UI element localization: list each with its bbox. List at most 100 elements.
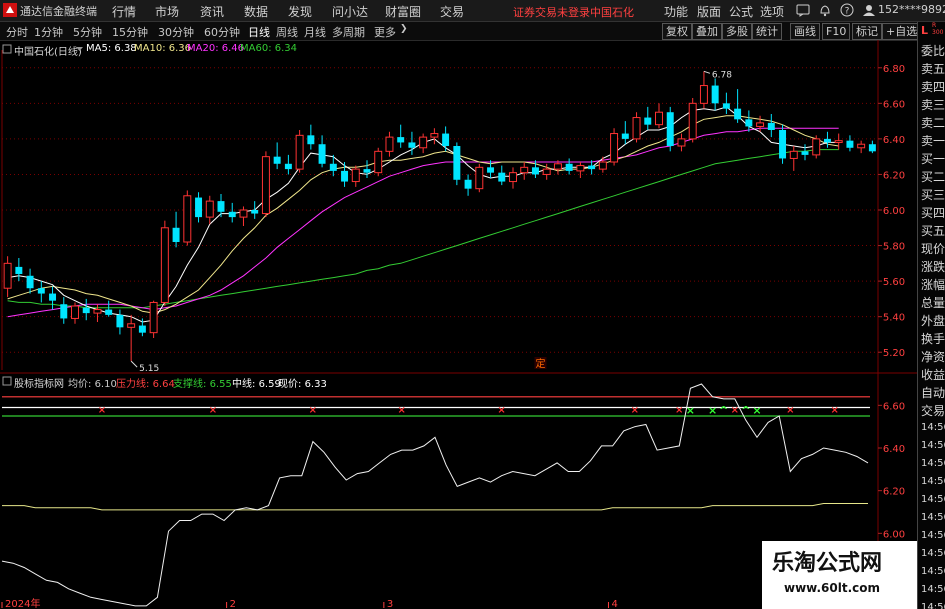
candle-body <box>655 111 663 126</box>
candle <box>846 135 854 152</box>
candle <box>341 162 349 187</box>
candle <box>509 167 517 189</box>
candle <box>127 314 136 362</box>
sell-marker: × <box>309 405 317 416</box>
stats-button[interactable]: 统计 <box>752 23 782 40</box>
x-tick-label: 4 <box>611 599 617 609</box>
buy-marker: × <box>752 404 761 417</box>
message-icon[interactable] <box>796 3 810 17</box>
candle-body <box>644 117 652 125</box>
menu-item-discover[interactable]: 发现 <box>288 3 312 20</box>
chevron-right-icon[interactable]: ❯ <box>400 24 408 34</box>
app-title: 通达信金融终端 <box>20 5 97 18</box>
period-tab-daily[interactable]: 日线 <box>248 24 270 40</box>
overlay-button[interactable]: 叠加 <box>692 23 722 40</box>
candle <box>677 133 686 152</box>
candle-body <box>789 150 798 159</box>
buy-marker: × <box>686 404 695 417</box>
candle <box>531 160 539 178</box>
menu-item-news[interactable]: 资讯 <box>200 3 224 20</box>
user-phone[interactable]: 152****9892 <box>878 3 945 16</box>
quote-side-item[interactable]: 自动 <box>921 384 945 401</box>
candle-body <box>801 151 809 155</box>
candle-body <box>26 275 34 289</box>
quote-side-item: 换手 <box>921 332 945 346</box>
quote-side-item[interactable]: 交易 <box>921 402 945 419</box>
candle <box>307 124 315 150</box>
sell-marker: × <box>830 405 838 416</box>
period-tab-15min[interactable]: 15分钟 <box>112 24 148 40</box>
candle <box>374 147 383 177</box>
candle <box>722 92 730 114</box>
candle-body <box>149 301 158 334</box>
buy-marker: ^ <box>741 404 750 417</box>
candle <box>475 163 484 193</box>
menu-item-data[interactable]: 数据 <box>244 3 268 20</box>
menu-item-markets[interactable]: 市场 <box>155 3 179 20</box>
candle <box>273 142 281 170</box>
kline-chart[interactable]: 5.20 5.40 5.60 5.80 6.00 6.20 6.40 6.60 6.80 5.1… <box>0 40 917 609</box>
period-tab-weekly[interactable]: 周线 <box>276 24 298 40</box>
bell-icon[interactable] <box>818 3 832 17</box>
trade-login-notice[interactable]: 证券交易未登录 <box>513 4 590 20</box>
menu-item-xiaoda[interactable]: 问小达 <box>332 3 368 20</box>
watermark-url: www.60lt.com <box>784 581 881 595</box>
candle-body <box>509 172 517 183</box>
quote-side-item: 总量 <box>921 296 945 310</box>
candle-body <box>711 85 719 104</box>
period-tab-5min[interactable]: 5分钟 <box>73 24 102 40</box>
candle-body <box>71 305 79 319</box>
candle-body <box>116 314 124 328</box>
candle-body <box>374 150 383 174</box>
sell-marker: × <box>397 405 405 416</box>
candlesticks <box>3 71 876 362</box>
multi-stock-button[interactable]: 多股 <box>722 23 752 40</box>
user-icon[interactable] <box>862 3 876 17</box>
candle-body <box>565 163 573 171</box>
candle-body <box>228 211 236 218</box>
period-tab-60min[interactable]: 60分钟 <box>204 24 240 40</box>
period-tab-1min[interactable]: 1分钟 <box>34 24 63 40</box>
candle <box>834 133 843 150</box>
menu-item-market[interactable]: 行情 <box>112 3 136 20</box>
trade-time-item: 14:56 <box>921 548 945 559</box>
main-y-axis: 5.20 5.40 5.60 5.80 6.00 6.20 6.40 6.60 6.80 <box>878 64 905 359</box>
candle-body <box>397 137 405 143</box>
candle-body <box>846 140 854 148</box>
period-tab-intraday[interactable]: 分时 <box>6 24 28 40</box>
candle-body <box>756 122 765 127</box>
add-watchlist-button[interactable]: +自选 <box>882 23 922 40</box>
candle-body <box>868 144 876 152</box>
candle-body <box>160 227 169 303</box>
period-tab-more[interactable]: 更多 <box>374 24 396 40</box>
period-tab-multi[interactable]: 多周期 <box>332 24 365 40</box>
sell-marker: × <box>631 405 639 416</box>
main-y-tick-label: 6.00 <box>883 206 905 217</box>
period-tab-30min[interactable]: 30分钟 <box>158 24 194 40</box>
x-axis: 2024年 2 3 4 <box>1 597 618 609</box>
period-bar: 分时 1分钟 5分钟 15分钟 30分钟 60分钟 日线 周线 月线 多周期 更… <box>0 22 945 41</box>
help-icon[interactable]: ? <box>840 3 854 17</box>
candle <box>284 154 292 175</box>
f10-button[interactable]: F10 <box>822 23 851 40</box>
candle <box>632 112 641 143</box>
sub-y-tick-label: 6.60 <box>883 401 905 412</box>
adjust-button[interactable]: 复权 <box>662 23 692 40</box>
candle <box>711 78 719 111</box>
mark-button[interactable]: 标记 <box>852 23 882 40</box>
draw-line-button[interactable]: 画线 <box>790 23 820 40</box>
menu-item-function[interactable]: 功能 <box>664 3 688 20</box>
menu-item-formula[interactable]: 公式 <box>729 3 753 20</box>
trade-time-item: 14:56 <box>921 566 945 577</box>
candle-body <box>273 156 281 164</box>
menu-item-layout[interactable]: 版面 <box>697 3 721 20</box>
menu-item-trade[interactable]: 交易 <box>440 3 464 20</box>
candle-body <box>553 163 562 170</box>
main-y-tick-label: 5.40 <box>883 313 905 324</box>
menu-item-options[interactable]: 选项 <box>760 3 784 20</box>
period-tab-monthly[interactable]: 月线 <box>304 24 326 40</box>
menu-item-wealth[interactable]: 财富圈 <box>385 3 421 20</box>
candle <box>408 131 416 155</box>
trade-time-item: 14:56 <box>921 440 945 451</box>
ma60-line <box>7 149 839 309</box>
